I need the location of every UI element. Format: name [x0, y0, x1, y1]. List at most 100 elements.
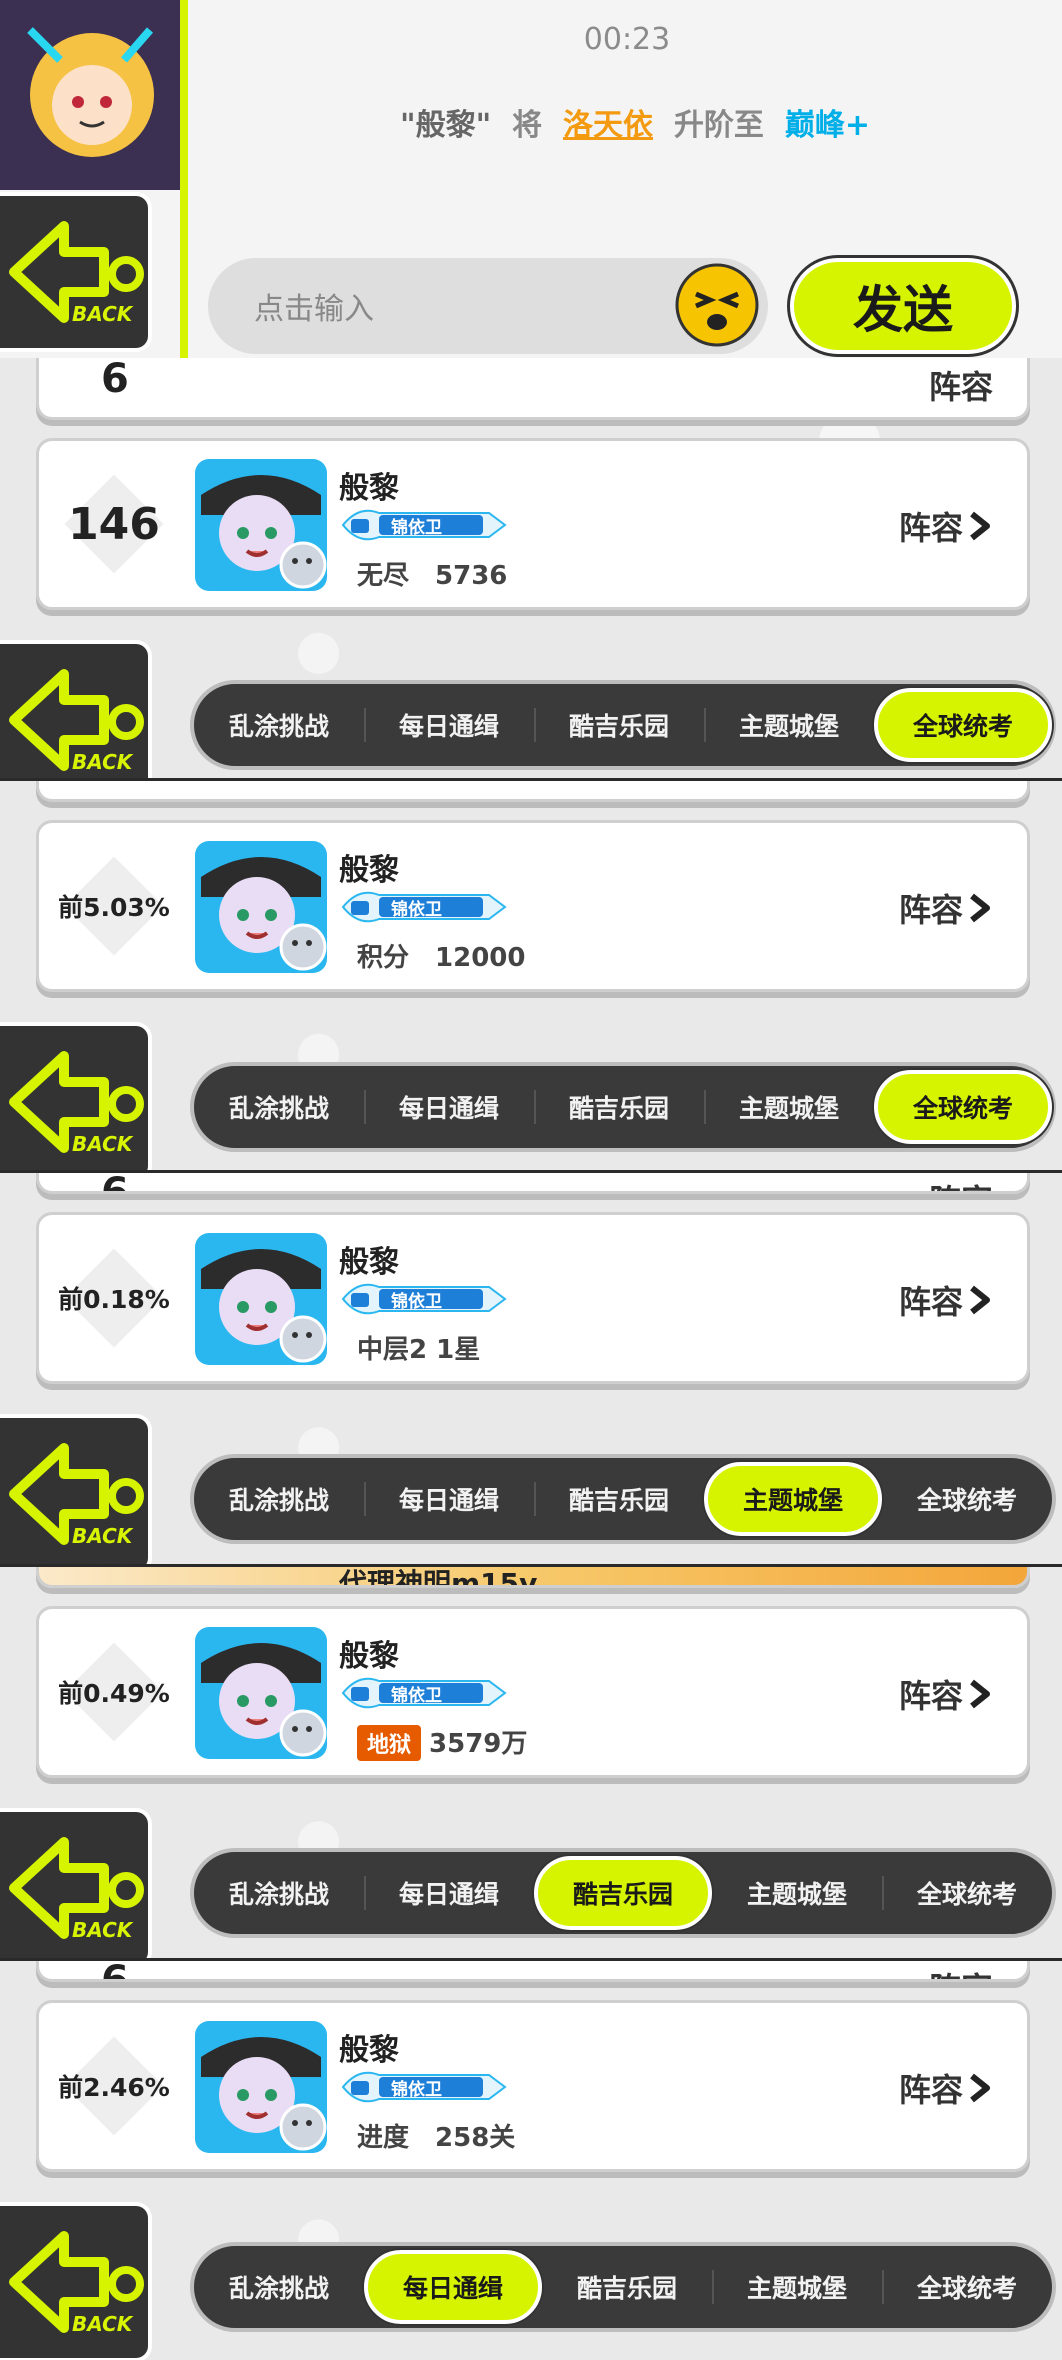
previous-rank: 6 — [101, 358, 129, 402]
tab-4[interactable]: 全球统考 — [874, 1070, 1052, 1144]
tab-1[interactable]: 每日通缉 — [364, 1070, 534, 1144]
previous-rank-card: 6 阵容 — [36, 1172, 1030, 1194]
lineup-button[interactable]: 阵容 — [899, 1671, 993, 1717]
my-rank-card[interactable]: 前5.03% 般黎 锦依卫 积分 12000 阵容 — [36, 820, 1030, 992]
tab-0[interactable]: 乱涂挑战 — [194, 2250, 364, 2324]
tab-3[interactable]: 主题城堡 — [712, 2250, 882, 2324]
my-rank-card[interactable]: 前0.18% 般黎 锦依卫 中层2 1星 阵容 — [36, 1212, 1030, 1384]
tab-0[interactable]: 乱涂挑战 — [194, 1462, 364, 1536]
back-label: BACK — [72, 1132, 133, 1156]
screenshot-separator — [0, 1170, 1062, 1173]
hero-avatar — [195, 841, 327, 973]
tab-4[interactable]: 全球统考 — [882, 2250, 1052, 2324]
previous-rank-card: 6 阵容 — [36, 1960, 1030, 1982]
tab-3[interactable]: 主题城堡 — [712, 1856, 882, 1930]
mode-tab-bar: 乱涂挑战 每日通缉 酷吉乐园 主题城堡 全球统考 — [190, 1062, 1056, 1152]
player-name: 般黎 — [339, 853, 399, 888]
previous-lineup-button[interactable]: 阵容 — [929, 1176, 993, 1191]
lineup-label: 阵容 — [898, 2071, 963, 2109]
tab-1[interactable]: 每日通缉 — [364, 688, 534, 762]
stat-label: 无尽 — [357, 561, 410, 591]
back-button[interactable]: BACK — [0, 1808, 152, 1960]
back-button[interactable]: BACK — [0, 640, 152, 780]
notice-rank: 巅峰+ — [784, 108, 870, 143]
stat-label: 积分 — [357, 943, 410, 973]
hero-avatar — [195, 459, 327, 591]
stat-label: 进度 — [357, 2123, 410, 2153]
tab-4[interactable]: 全球统考 — [874, 688, 1052, 762]
score-line: 地狱 3579万 — [357, 1723, 527, 1761]
tab-1[interactable]: 每日通缉 — [364, 2250, 542, 2324]
notice-will: 将 — [512, 108, 543, 143]
upgrade-notice: "般黎" 将 洛天依 升阶至 巅峰+ — [400, 100, 870, 144]
tab-0[interactable]: 乱涂挑战 — [194, 1856, 364, 1930]
previous-rank: 6 — [101, 1172, 129, 1191]
back-button[interactable]: BACK — [0, 1022, 152, 1172]
previous-lineup-button[interactable]: 阵容 — [929, 362, 993, 408]
tab-2[interactable]: 酷吉乐园 — [534, 1462, 704, 1536]
lineup-button[interactable]: 阵容 — [899, 503, 993, 549]
rank-cell: 前5.03% — [39, 823, 189, 989]
player-name: 般黎 — [339, 1245, 399, 1280]
notice-hero[interactable]: 洛天依 — [563, 108, 653, 143]
chevron-right-icon — [970, 1679, 990, 1709]
mode-tab-bar: 乱涂挑战 每日通缉 酷吉乐园 主题城堡 全球统考 — [190, 2242, 1056, 2332]
emoji-icon[interactable] — [674, 262, 760, 348]
rank-value: 146 — [68, 498, 160, 550]
screenshot-separator — [0, 778, 1062, 781]
notice-player: "般黎" — [400, 108, 492, 143]
score-line: 无尽 5736 — [357, 555, 507, 592]
tab-2[interactable]: 酷吉乐园 — [542, 2250, 712, 2324]
tab-3[interactable]: 主题城堡 — [704, 1070, 874, 1144]
lineup-button[interactable]: 阵容 — [899, 1277, 993, 1323]
screenshot-separator — [0, 1958, 1062, 1961]
ranking-panel: 代理神明m15v 前0.49% 般黎 锦依卫 地狱 3579万 阵容 BACK … — [0, 1566, 1062, 1960]
tab-1[interactable]: 每日通缉 — [364, 1856, 534, 1930]
rank-cell: 前0.18% — [39, 1215, 189, 1381]
back-button[interactable]: BACK — [0, 2202, 152, 2360]
tab-2[interactable]: 酷吉乐园 — [534, 1070, 704, 1144]
mode-tab-bar: 乱涂挑战 每日通缉 酷吉乐园 主题城堡 全球统考 — [190, 1454, 1056, 1544]
hero-avatar — [195, 1627, 327, 1759]
stat-value: 5736 — [435, 561, 508, 591]
tab-2[interactable]: 酷吉乐园 — [534, 1856, 712, 1930]
rank-value: 前5.03% — [58, 893, 170, 922]
score-line: 进度 258关 — [357, 2117, 515, 2154]
player-badge-label: 锦依卫 — [391, 1686, 442, 1706]
clock-text: 00:23 — [583, 22, 671, 57]
rank-value: 前2.46% — [58, 2073, 170, 2102]
tab-4[interactable]: 全球统考 — [882, 1462, 1052, 1536]
back-label: BACK — [72, 302, 133, 326]
score-line: 中层2 1星 — [357, 1329, 506, 1366]
lineup-button[interactable]: 阵容 — [899, 2065, 993, 2111]
tab-0[interactable]: 乱涂挑战 — [194, 1070, 364, 1144]
my-rank-card[interactable]: 前2.46% 般黎 锦依卫 进度 258关 阵容 — [36, 2000, 1030, 2172]
send-button[interactable]: 发送 — [790, 258, 1016, 354]
my-rank-card[interactable]: 前0.49% 般黎 锦依卫 地狱 3579万 阵容 — [36, 1606, 1030, 1778]
previous-rank: 6 — [101, 1960, 129, 1979]
tab-0[interactable]: 乱涂挑战 — [194, 688, 364, 762]
back-label: BACK — [72, 1524, 133, 1548]
back-button[interactable]: BACK — [0, 1414, 152, 1566]
hero-avatar — [195, 1233, 327, 1365]
tab-1[interactable]: 每日通缉 — [364, 1462, 534, 1536]
screenshot-separator — [0, 1564, 1062, 1567]
previous-lineup-button[interactable]: 阵容 — [929, 1964, 993, 1979]
back-button[interactable]: BACK — [0, 192, 152, 352]
notice-upgrade: 升阶至 — [673, 108, 764, 143]
player-badge-label: 锦依卫 — [391, 1292, 442, 1312]
tab-2[interactable]: 酷吉乐园 — [534, 688, 704, 762]
rank-cell: 146 — [39, 441, 189, 607]
rank-value: 前0.49% — [58, 1679, 170, 1708]
previous-rank-card: 6 阵容 — [36, 358, 1030, 420]
tab-4[interactable]: 全球统考 — [882, 1856, 1052, 1930]
tab-3[interactable]: 主题城堡 — [704, 688, 874, 762]
tab-3[interactable]: 主题城堡 — [704, 1462, 882, 1536]
lineup-label: 阵容 — [898, 1283, 963, 1321]
chevron-right-icon — [970, 2073, 990, 2103]
my-rank-card[interactable]: 146 般黎 锦依卫 无尽 5736 阵容 — [36, 438, 1030, 610]
stat-value: 258关 — [435, 2123, 516, 2153]
lineup-button[interactable]: 阵容 — [899, 885, 993, 931]
lineup-label: 阵容 — [898, 891, 963, 929]
previous-player-name: 代理神明m15v — [339, 1567, 538, 1588]
